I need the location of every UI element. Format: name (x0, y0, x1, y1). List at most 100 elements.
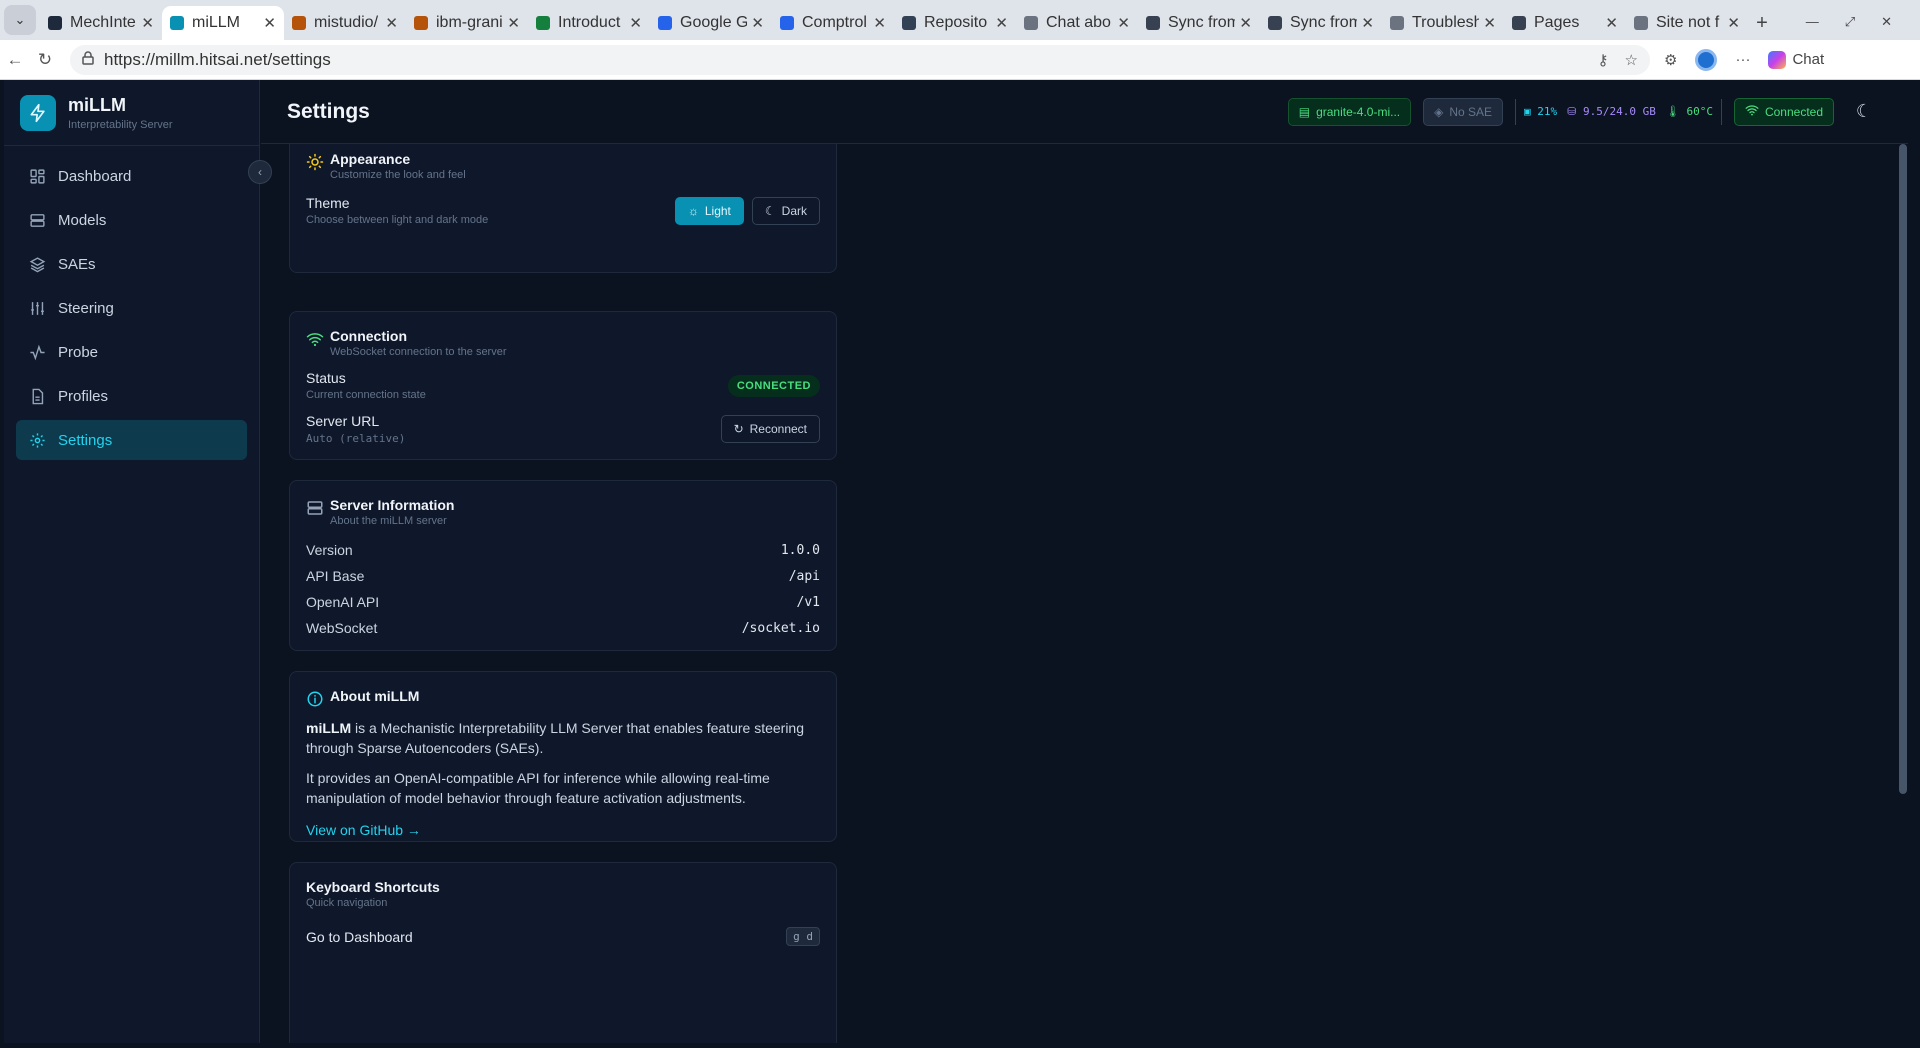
close-tab-icon[interactable]: ✕ (263, 14, 276, 32)
close-tab-icon[interactable]: ✕ (751, 14, 764, 32)
browser-tab[interactable]: Chat abo ✕ (1016, 6, 1138, 40)
shortcut-key: g d (786, 927, 820, 946)
close-tab-icon[interactable]: ✕ (1605, 14, 1618, 32)
theme-toggle-button[interactable]: ☾ (1846, 101, 1882, 122)
gear-icon (28, 431, 46, 449)
extensions-icon[interactable]: ⚙ (1664, 51, 1677, 69)
browser-tab[interactable]: mistudio/ ✕ (284, 6, 406, 40)
wifi-icon (306, 330, 324, 348)
reconnect-button[interactable]: ↻ Reconnect (720, 415, 820, 443)
restore-button[interactable]: ⤢ (1845, 14, 1855, 30)
close-tab-icon[interactable]: ✕ (629, 14, 642, 32)
system-stats: ▣ 21% ⛁ 9.5/24.0 GB 🌡 60°C (1515, 98, 1722, 125)
connection-title: Connection (330, 328, 407, 344)
sidebar-item-probe[interactable]: Probe (16, 332, 247, 372)
model-badge[interactable]: ▤ granite-4.0-mi... (1287, 97, 1412, 126)
dark-label: Dark (781, 203, 807, 218)
shortcuts-desc: Quick navigation (306, 897, 388, 909)
url-field[interactable]: https://millm.hitsai.net/settings ⚷ ☆ (70, 44, 1650, 75)
close-tab-icon[interactable]: ✕ (1117, 14, 1130, 32)
browser-tab[interactable]: Pages ✕ (1504, 6, 1626, 40)
favicon-icon (658, 16, 672, 30)
theme-desc: Choose between light and dark mode (306, 214, 489, 226)
about-paragraph-2: It provides an OpenAI-compatible API for… (306, 770, 770, 806)
close-tab-icon[interactable]: ✕ (1239, 14, 1252, 32)
url-text: https://millm.hitsai.net/settings (104, 49, 331, 69)
info-value: /v1 (796, 594, 820, 610)
sun-icon: ☼ (687, 203, 699, 218)
sidebar-item-profiles[interactable]: Profiles (16, 376, 247, 416)
more-menu-icon[interactable]: ··· (1735, 51, 1750, 68)
browser-tab[interactable]: Google G ✕ (650, 6, 772, 40)
github-link[interactable]: View on GitHub → (306, 822, 820, 838)
wifi-icon (1745, 104, 1759, 119)
favicon-icon (170, 16, 184, 30)
close-tab-icon[interactable]: ✕ (1361, 14, 1374, 32)
browser-tab[interactable]: Reposito ✕ (894, 6, 1016, 40)
app-subtitle: Interpretability Server (68, 118, 173, 131)
lock-icon (82, 51, 94, 68)
reload-button[interactable]: ↻ (30, 50, 60, 70)
minimize-button[interactable]: — (1806, 14, 1819, 30)
back-button[interactable]: ← (0, 50, 30, 70)
sae-label: No SAE (1449, 104, 1493, 119)
appearance-desc: Customize the look and feel (330, 169, 466, 181)
tab-title: Troublesh (1412, 14, 1480, 31)
browser-tab[interactable]: Sync from ✕ (1260, 6, 1382, 40)
app-name: miLLM (68, 94, 126, 115)
address-bar: ← ↻ https://millm.hitsai.net/settings ⚷ … (0, 40, 1920, 80)
sidebar-item-saes[interactable]: SAEs (16, 244, 247, 284)
browser-tab-strip: ⌄ MechInte ✕ miLLM ✕ mistudio/✕ ibm-grani ✕ Int… (0, 0, 1920, 40)
close-tab-icon[interactable]: ✕ (995, 14, 1008, 32)
theme-label: Theme (306, 195, 350, 211)
tab-title: Sync from (1168, 14, 1236, 31)
sidebar-item-label: Models (58, 211, 107, 229)
connection-label: Connected (1764, 104, 1823, 119)
info-key: Version (306, 542, 353, 558)
tab-title: Google G (680, 14, 748, 31)
star-icon[interactable]: ☆ (1625, 51, 1638, 69)
favicon-icon (1268, 16, 1282, 30)
close-tab-icon[interactable]: ✕ (1727, 14, 1740, 32)
tab-search-button[interactable]: ⌄ (4, 5, 36, 35)
browser-tab[interactable]: Sync from ✕ (1138, 6, 1260, 40)
copilot-icon (1768, 50, 1787, 69)
browser-tab[interactable]: miLLM ✕ (162, 6, 284, 40)
key-icon[interactable]: ⚷ (1598, 51, 1609, 69)
dark-theme-button[interactable]: ☾ Dark (751, 196, 820, 225)
connection-card: Connection WebSocket connection to the s… (289, 311, 837, 460)
sidebar-item-dashboard[interactable]: Dashboard (16, 156, 247, 196)
close-tab-icon[interactable]: ✕ (385, 14, 398, 32)
sidebar-item-steering[interactable]: Steering (16, 288, 247, 328)
sidebar-item-models[interactable]: Models (16, 200, 247, 240)
sidebar-item-settings[interactable]: Settings (16, 420, 247, 460)
close-tab-icon[interactable]: ✕ (507, 14, 520, 32)
close-tab-icon[interactable]: ✕ (873, 14, 886, 32)
sidebar-nav: Dashboard Models SAEs Steering Probe Profiles… (4, 146, 259, 474)
browser-tab[interactable]: Comptrol ✕ (772, 6, 894, 40)
browser-tab[interactable]: Troublesh ✕ (1382, 6, 1504, 40)
sae-badge[interactable]: ◈ No SAE (1423, 97, 1504, 126)
chat-button[interactable]: Chat (1768, 50, 1824, 69)
close-tab-icon[interactable]: ✕ (1483, 14, 1496, 32)
moon-icon: ☾ (764, 203, 776, 218)
browser-tab[interactable]: Site not f ✕ (1626, 6, 1748, 40)
browser-tab[interactable]: MechInte ✕ (40, 6, 162, 40)
light-theme-button[interactable]: ☼ Light (674, 196, 744, 225)
close-tab-icon[interactable]: ✕ (141, 14, 154, 32)
profile-avatar[interactable] (1695, 48, 1718, 71)
scrollbar[interactable] (1898, 144, 1908, 1043)
about-card: About miLLM miLLM is a Mechanistic Inter… (289, 671, 837, 842)
info-key: WebSocket (306, 620, 378, 636)
new-tab-button[interactable]: + (1748, 8, 1776, 38)
light-label: Light (704, 203, 731, 218)
moon-icon: ☾ (1855, 101, 1873, 121)
server-icon (306, 499, 324, 517)
info-row: OpenAI API/v1 (306, 589, 820, 615)
browser-tab[interactable]: Introduct ✕ (528, 6, 650, 40)
tab-title: Comptrol (802, 14, 867, 31)
scrollbar-thumb[interactable] (1899, 144, 1907, 794)
browser-tab[interactable]: ibm-grani ✕ (406, 6, 528, 40)
close-window-button[interactable]: ✕ (1881, 14, 1892, 30)
sidebar: miLLM Interpretability Server Dashboard M… (4, 80, 260, 1043)
